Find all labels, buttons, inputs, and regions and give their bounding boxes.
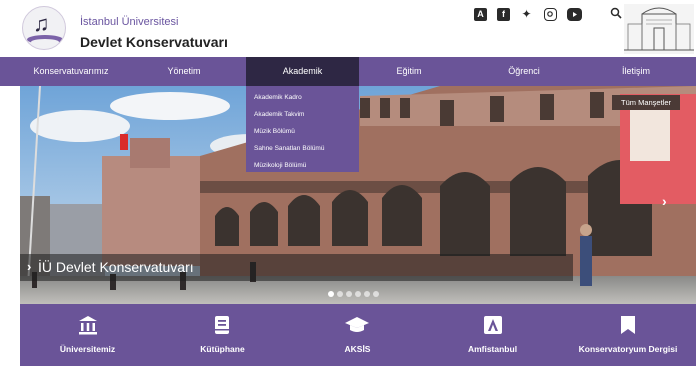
book-icon [215, 316, 229, 334]
quicklink-label: Kütüphane [200, 344, 245, 354]
a-logo-icon [484, 316, 502, 334]
page: ♫ İstanbul Üniversitesi Devlet Konservat… [0, 0, 696, 374]
university-building-icon [79, 316, 97, 335]
slider-dot[interactable] [364, 291, 370, 297]
quicklink-amfistanbul[interactable]: Amfistanbul [425, 304, 560, 366]
bookmark-icon [621, 316, 635, 334]
instagram-icon[interactable] [544, 8, 557, 21]
search-icon[interactable] [610, 7, 622, 19]
all-headlines-button[interactable]: Tüm Manşetler [612, 95, 680, 110]
nav-item-yonetim[interactable]: Yönetim [124, 57, 244, 86]
nav-item-akademik[interactable]: Akademik [246, 57, 359, 86]
quicklink-label: Amfistanbul [467, 344, 518, 354]
youtube-icon[interactable] [567, 8, 582, 21]
quicklink-kutuphane[interactable]: Kütüphane [155, 304, 290, 366]
nav-item-ogrenci[interactable]: Öğrenci [474, 57, 574, 86]
quicklink-universitemiz[interactable]: Üniversitemiz [20, 304, 155, 366]
slider-dot[interactable] [355, 291, 361, 297]
slider-dot[interactable] [373, 291, 379, 297]
quicklink-aksis[interactable]: AKSİS [290, 304, 425, 366]
chevron-right-icon: › [27, 259, 32, 274]
quicklink-label: Üniversitemiz [59, 344, 116, 354]
university-name[interactable]: İstanbul Üniversitesi [80, 16, 178, 28]
dropdown-item-akademik-kadro[interactable]: Akademik Kadro [246, 89, 359, 106]
dropdown-item-sahne-sanatlari-bolumu[interactable]: Sahne Sanatları Bölümü [246, 140, 359, 157]
slider-next-arrow-icon[interactable]: › [662, 193, 667, 209]
main-navigation: Konservatuvarımız Yönetim Akademik Eğiti… [0, 57, 696, 86]
dropdown-item-akademik-takvim[interactable]: Akademik Takvim [246, 106, 359, 123]
graduation-cap-icon [345, 317, 369, 332]
department-name[interactable]: Devlet Konservatuvarı [80, 34, 228, 50]
nav-item-egitim[interactable]: Eğitim [359, 57, 459, 86]
university-gate-illustration [624, 4, 694, 54]
conservatory-logo[interactable]: ♫ [22, 6, 66, 50]
dropdown-item-muzikoloji-bolumu[interactable]: Müzikoloji Bölümü [246, 157, 359, 174]
dropdown-item-muzik-bolumu[interactable]: Müzik Bölümü [246, 123, 359, 140]
facebook-icon[interactable]: f [497, 8, 510, 21]
akademik-dropdown-menu: Akademik Kadro Akademik Takvim Müzik Böl… [246, 86, 359, 172]
quicklink-konservatoryum-dergisi[interactable]: Konservatoryum Dergisi [560, 304, 696, 366]
quicklink-label: Konservatoryum Dergisi [578, 344, 678, 354]
quicklink-label: AKSİS [344, 344, 371, 354]
site-header: ♫ İstanbul Üniversitesi Devlet Konservat… [0, 0, 696, 56]
quick-links-bar: Üniversitemiz Kütüphane AKSİS Amfistanbu… [20, 304, 696, 366]
music-note-icon: ♫ [33, 11, 50, 36]
slide-caption[interactable]: İÜ Devlet Konservatuvarı [38, 259, 194, 275]
slider-dot[interactable] [346, 291, 352, 297]
nav-item-iletisim[interactable]: İletişim [586, 57, 686, 86]
slider-dot[interactable] [337, 291, 343, 297]
a-icon[interactable]: A [474, 8, 487, 21]
nav-item-konservatuvarimiz[interactable]: Konservatuvarımız [0, 57, 142, 86]
twitter-icon[interactable]: ✦ [520, 8, 533, 21]
slider-dot[interactable] [328, 291, 334, 297]
